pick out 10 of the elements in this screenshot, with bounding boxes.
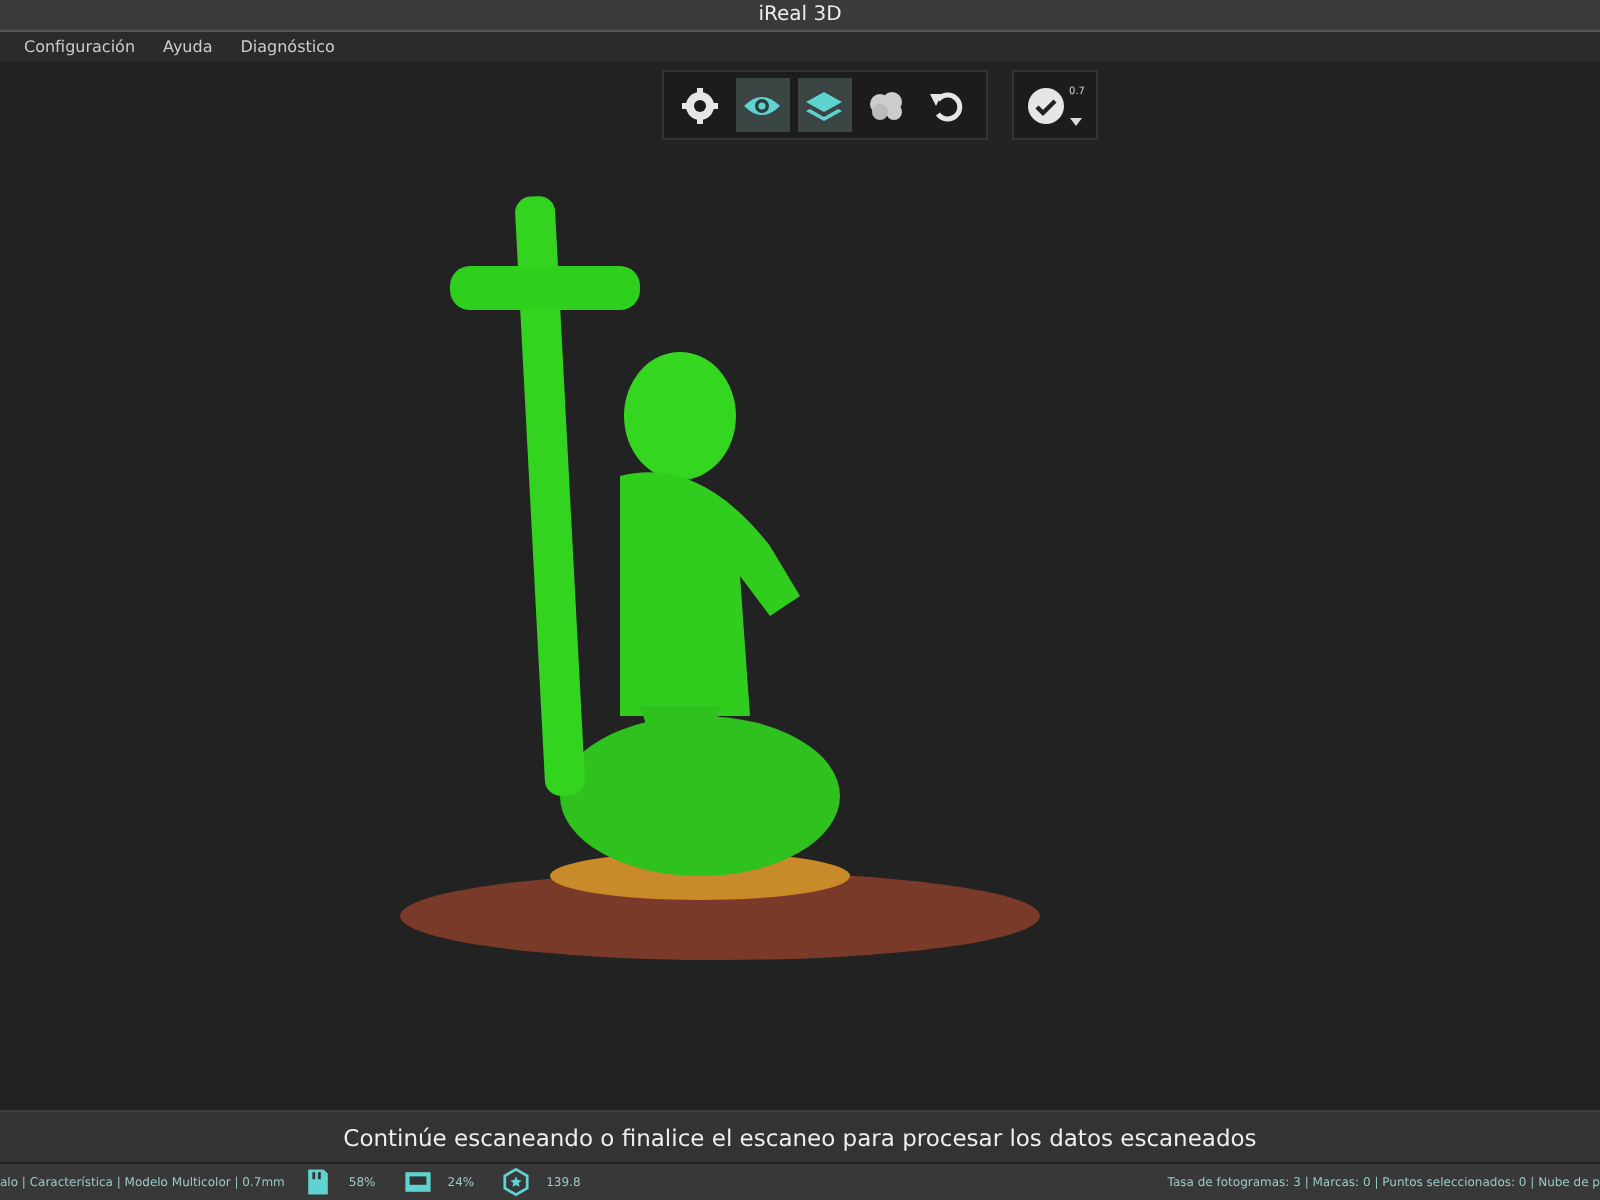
menu-item[interactable]: Configuración xyxy=(24,38,136,56)
caret-icon xyxy=(1070,117,1083,125)
status-message: Continúe escaneando o finalice el escaneo para procesar los datos escaneados xyxy=(343,1123,1257,1151)
star-badge-icon xyxy=(502,1168,531,1196)
menu-item[interactable]: Diagnóstico xyxy=(240,38,335,56)
window-title: iReal 3D xyxy=(758,4,842,26)
gear-icon xyxy=(680,85,721,125)
tool-button[interactable] xyxy=(735,78,790,132)
menu-item[interactable]: Ayuda xyxy=(163,38,213,56)
check-icon xyxy=(1025,85,1066,125)
